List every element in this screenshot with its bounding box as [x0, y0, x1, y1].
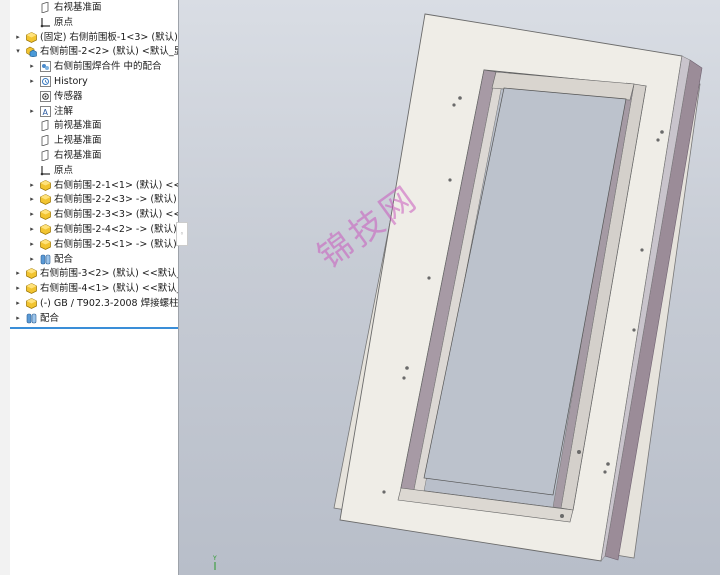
part-icon — [26, 268, 37, 280]
rollback-bar[interactable] — [10, 327, 178, 329]
tree-row[interactable]: 原点 — [10, 15, 178, 30]
tree-row[interactable]: ▸ 配合 — [10, 311, 178, 326]
tree-row[interactable]: ▸ 右侧前围-3<2> (默认) <<默认_ — [10, 266, 178, 281]
axis-y-label: Y — [212, 555, 217, 562]
tree-row[interactable]: ▸ 右侧前围焊合件 中的配合 — [10, 59, 178, 74]
expand-caret-icon[interactable]: ▸ — [28, 252, 36, 267]
mates-icon — [40, 254, 51, 265]
tree-row[interactable]: 上视基准面 — [10, 133, 178, 148]
tree-tooltip-stub: ◦ — [176, 222, 188, 246]
svg-text:A: A — [43, 108, 49, 117]
part-icon — [40, 194, 51, 206]
assembly-icon — [26, 46, 37, 58]
tree-row[interactable]: 前视基准面 — [10, 118, 178, 133]
mates-folder-icon — [40, 61, 51, 73]
expand-caret-icon[interactable]: ▸ — [14, 266, 22, 281]
tree-row-label: 配合 — [40, 312, 60, 324]
tree-row[interactable]: ▸ (固定) 右侧前围板-1<3> (默认) < — [10, 30, 178, 45]
tree-row-label: 右视基准面 — [54, 2, 102, 13]
expand-caret-icon[interactable]: ▸ — [28, 222, 36, 237]
tree-row-label: 传感器 — [54, 90, 83, 102]
plane-icon — [40, 119, 51, 132]
tree-row-label: 右侧前围-2-3<3> (默认) <<默 — [54, 209, 178, 221]
part-icon — [26, 31, 37, 43]
tree-row-label: 注解 — [54, 105, 74, 117]
graphics-viewport[interactable]: Y — [178, 0, 720, 575]
expand-caret-icon[interactable]: ▸ — [28, 178, 36, 193]
tree-row[interactable]: ▸ 右侧前围-2-4<2> -> (默认) < — [10, 222, 178, 237]
tree-row-label: 上视基准面 — [54, 135, 102, 147]
expand-caret-icon[interactable]: ▸ — [14, 30, 22, 45]
origin-icon — [40, 165, 51, 176]
tree-row-label: 右侧前围-3<2> (默认) <<默认_ — [40, 268, 178, 280]
origin-icon — [40, 17, 51, 28]
tree-row-label: 右侧前围-2<2> (默认) <默认_显 — [40, 46, 178, 58]
tree-row-label: 前视基准面 — [54, 120, 102, 132]
tree-left-gutter — [0, 0, 10, 575]
tree-row-label: (固定) 右侧前围板-1<3> (默认) < — [40, 31, 178, 43]
collapse-caret-icon[interactable]: ▾ — [14, 44, 22, 59]
tree-row-label: 原点 — [54, 16, 74, 28]
expand-caret-icon[interactable]: ▸ — [14, 281, 22, 296]
tree-row-label: 右视基准面 — [54, 150, 102, 161]
tree-row-label: 右侧前围-2-2<3> -> (默认) < — [54, 194, 178, 206]
part-icon — [26, 298, 37, 309]
history-icon — [40, 76, 51, 87]
expand-caret-icon[interactable]: ▸ — [14, 296, 22, 311]
part-icon — [40, 238, 51, 250]
tree-row[interactable]: ▸ A 注解 — [10, 104, 178, 119]
expand-caret-icon[interactable]: ▸ — [28, 237, 36, 252]
tree-row-label: History — [54, 76, 88, 87]
tree-row[interactable]: ▾ 右侧前围-2<2> (默认) <默认_显 — [10, 44, 178, 59]
plane-icon — [40, 149, 51, 162]
plane-icon — [40, 1, 51, 14]
model-view[interactable]: Y — [178, 0, 720, 575]
tree-row[interactable]: ▸ (-) GB / T902.3-2008 焊接螺柱M — [10, 296, 178, 311]
annotation-icon: A — [40, 105, 51, 117]
tree-row[interactable]: ▸ History — [10, 74, 178, 89]
tree-row[interactable]: ▸ 右侧前围-2-5<1> -> (默认) < — [10, 237, 178, 252]
tree-row-label: 右侧前围焊合件 中的配合 — [54, 61, 162, 73]
sensor-icon — [40, 90, 51, 102]
tree-row-label: 右侧前围-4<1> (默认) <<默认_ — [40, 283, 178, 295]
pane-splitter[interactable] — [178, 0, 179, 575]
expand-caret-icon[interactable]: ▸ — [28, 74, 36, 89]
expand-caret-icon[interactable]: ▸ — [14, 311, 22, 326]
tree-row[interactable]: ▸ 配合 — [10, 252, 178, 267]
expand-caret-icon[interactable]: ▸ — [28, 104, 36, 119]
expand-caret-icon[interactable]: ▸ — [28, 59, 36, 74]
part-icon — [40, 209, 51, 221]
tree-row[interactable]: 传感器 — [10, 89, 178, 104]
tree-row-label: 右侧前围-2-4<2> -> (默认) < — [54, 224, 178, 235]
part-icon — [40, 224, 51, 235]
axis-triad: Y — [212, 555, 217, 570]
tree-row[interactable]: 右视基准面 — [10, 0, 178, 15]
plane-icon — [40, 134, 51, 147]
part-icon — [40, 179, 51, 191]
mates-icon — [26, 313, 37, 324]
part-icon — [26, 283, 37, 295]
tree-row-label: 配合 — [54, 253, 74, 265]
tree-row-label: 原点 — [54, 164, 74, 176]
expand-caret-icon[interactable]: ▸ — [28, 192, 36, 207]
tree-row-label: 右侧前围-2-1<1> (默认) <<默 — [54, 179, 178, 191]
tree-row-label: (-) GB / T902.3-2008 焊接螺柱M — [40, 298, 178, 309]
tree-row[interactable]: ▸ 右侧前围-4<1> (默认) <<默认_ — [10, 281, 178, 296]
tree-row[interactable]: 原点 — [10, 163, 178, 178]
tree-row[interactable]: ▸ 右侧前围-2-3<3> (默认) <<默 — [10, 207, 178, 222]
expand-caret-icon[interactable]: ▸ — [28, 207, 36, 222]
feature-manager-tree[interactable]: 右视基准面 原点 ▸ (固定) 右侧前围板-1<3> (默认) < ▾ 右侧前围-2<2>… — [0, 0, 178, 575]
tree-row[interactable]: 右视基准面 — [10, 148, 178, 163]
tree-row[interactable]: ▸ 右侧前围-2-2<3> -> (默认) < — [10, 192, 178, 207]
tree-row-label: 右侧前围-2-5<1> -> (默认) < — [54, 238, 178, 250]
tree-row[interactable]: ▸ 右侧前围-2-1<1> (默认) <<默 — [10, 178, 178, 193]
